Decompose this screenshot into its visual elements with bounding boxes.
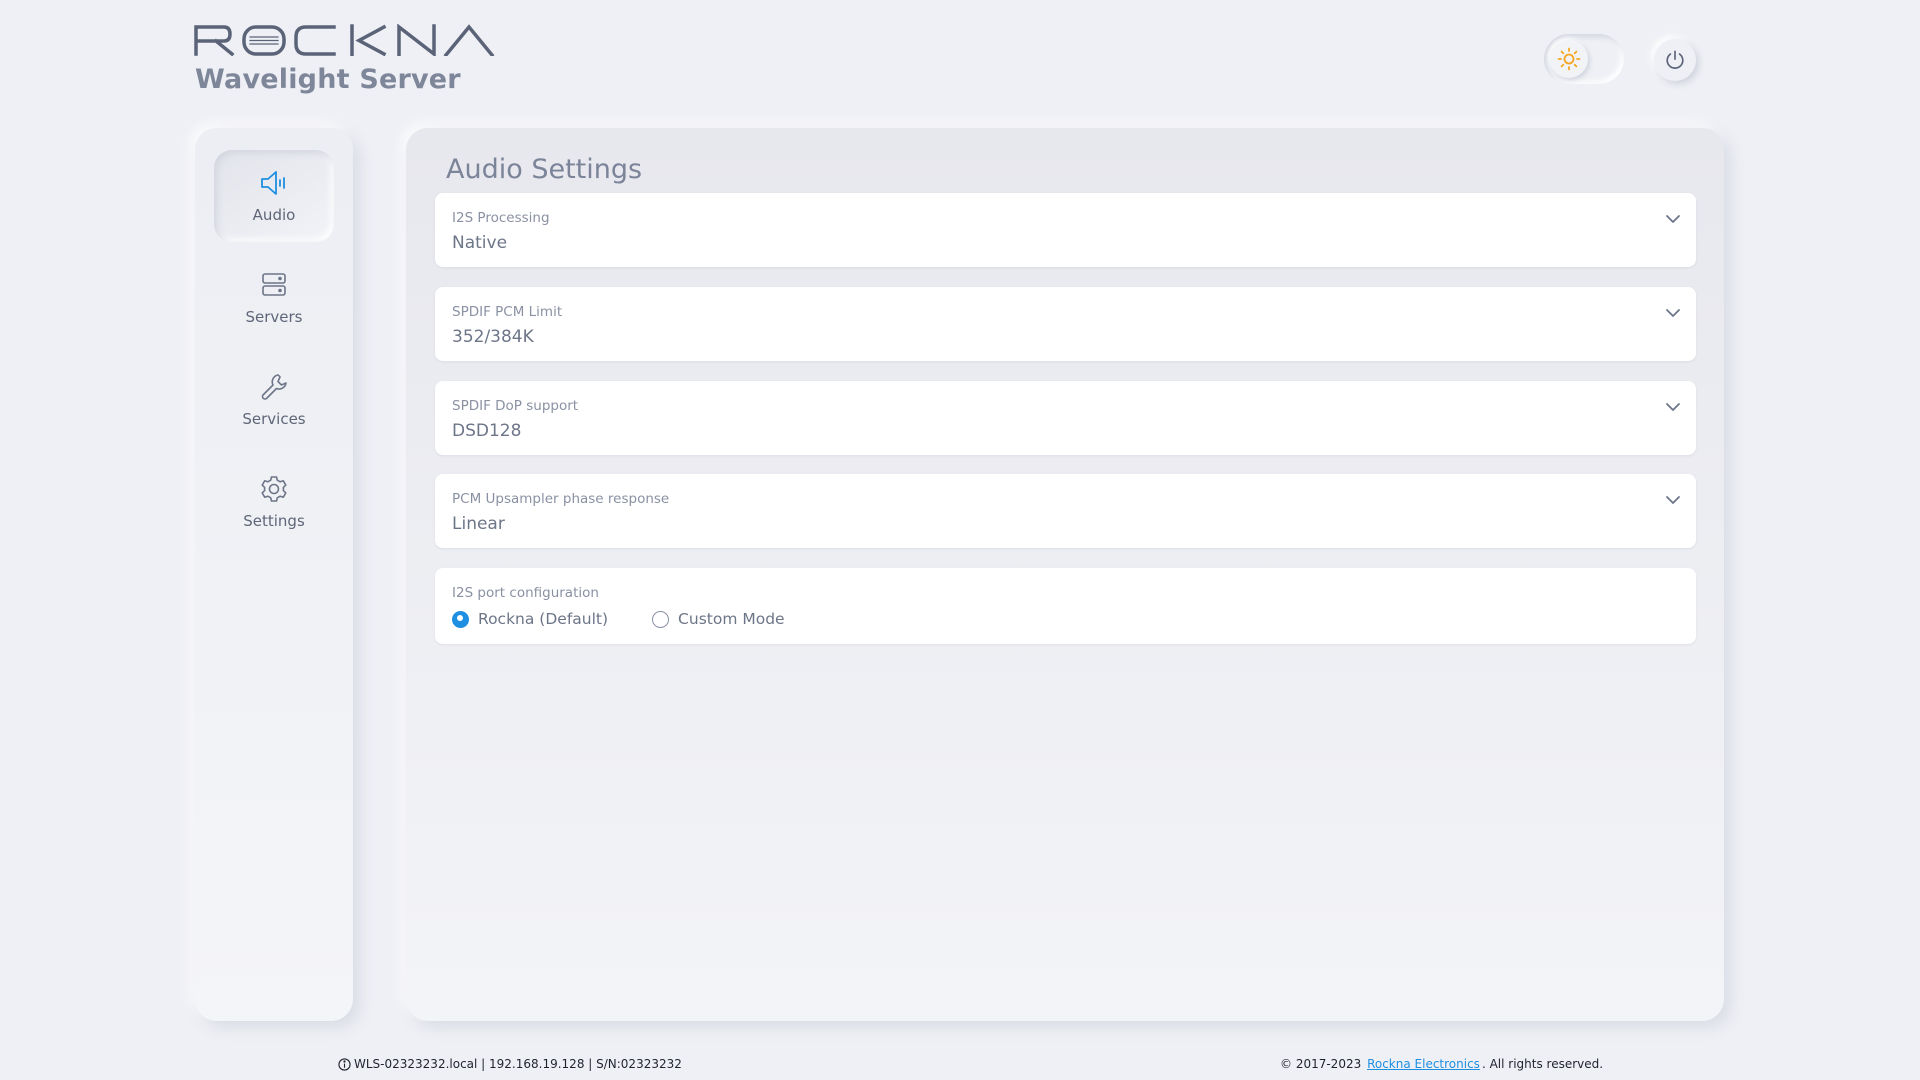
copyright-years: © 2017-2023 — [1280, 1057, 1362, 1071]
sidebar-item-label: Services — [242, 410, 306, 428]
chevron-down-icon[interactable] — [1664, 491, 1682, 509]
sidebar-item-audio[interactable]: Audio — [214, 150, 334, 242]
i2s-processing-select[interactable]: I2S Processing Native — [435, 193, 1696, 267]
field-label: SPDIF DoP support — [452, 398, 579, 414]
field-value: Linear — [452, 514, 505, 534]
sidebar-item-label: Audio — [252, 206, 296, 224]
chevron-down-icon[interactable] — [1664, 210, 1682, 228]
gear-icon — [261, 476, 287, 502]
theme-toggle-knob[interactable] — [1550, 40, 1588, 78]
field-value: DSD128 — [452, 421, 522, 441]
field-label: SPDIF PCM Limit — [452, 304, 563, 320]
field-value: 352/384K — [452, 327, 534, 347]
product-subtitle: Wavelight Server — [195, 64, 461, 95]
field-value: Native — [452, 233, 508, 253]
power-button[interactable] — [1654, 39, 1696, 81]
device-info: WLS-02323232.local | 192.168.19.128 | S/… — [338, 1057, 682, 1071]
wrench-icon — [261, 374, 287, 400]
sidebar-nav: Audio Servers Services Settings — [195, 128, 353, 1021]
field-label: PCM Upsampler phase response — [452, 491, 670, 507]
chevron-down-icon[interactable] — [1664, 304, 1682, 322]
page-title: Audio Settings — [446, 154, 643, 185]
copyright: © 2017-2023 Rockna Electronics. All righ… — [1280, 1057, 1603, 1071]
pcm-upsampler-phase-select[interactable]: PCM Upsampler phase response Linear — [435, 474, 1696, 548]
field-label: I2S Processing — [452, 210, 550, 226]
power-icon — [1666, 50, 1684, 69]
radio-button-unchecked[interactable] — [652, 610, 670, 628]
sidebar-item-label: Settings — [243, 512, 305, 530]
i2s-port-config-card: I2S port configuration Rockna (Default) … — [435, 568, 1696, 644]
spdif-dop-support-select[interactable]: SPDIF DoP support DSD128 — [435, 381, 1696, 455]
sidebar-item-services[interactable]: Services — [214, 354, 334, 446]
radio-custom-mode[interactable]: Custom Mode — [652, 610, 785, 628]
theme-toggle[interactable] — [1544, 34, 1624, 84]
company-link[interactable]: Rockna Electronics — [1367, 1057, 1480, 1071]
radio-rockna-default[interactable]: Rockna (Default) — [452, 610, 608, 628]
device-info-text: WLS-02323232.local | 192.168.19.128 | S/… — [354, 1057, 682, 1071]
audio-settings-panel: Audio Settings I2S Processing Native SPD… — [406, 128, 1724, 1021]
copyright-suffix: . All rights reserved. — [1481, 1057, 1604, 1071]
info-icon — [338, 1057, 351, 1071]
radio-button-checked[interactable] — [452, 610, 469, 628]
server-icon — [262, 273, 286, 296]
spdif-pcm-limit-select[interactable]: SPDIF PCM Limit 352/384K — [435, 287, 1696, 361]
rockna-logo — [194, 24, 495, 56]
radio-label: Rockna (Default) — [478, 610, 609, 628]
sidebar-item-settings[interactable]: Settings — [214, 456, 334, 548]
port-config-radio-group: Rockna (Default) Custom Mode — [452, 610, 829, 628]
radio-label: Custom Mode — [678, 610, 785, 628]
sidebar-item-servers[interactable]: Servers — [214, 252, 334, 344]
chevron-down-icon[interactable] — [1664, 398, 1682, 416]
field-label: I2S port configuration — [452, 585, 599, 601]
sidebar-item-label: Servers — [245, 308, 303, 326]
speaker-icon — [261, 171, 285, 195]
sun-icon — [1557, 47, 1581, 71]
